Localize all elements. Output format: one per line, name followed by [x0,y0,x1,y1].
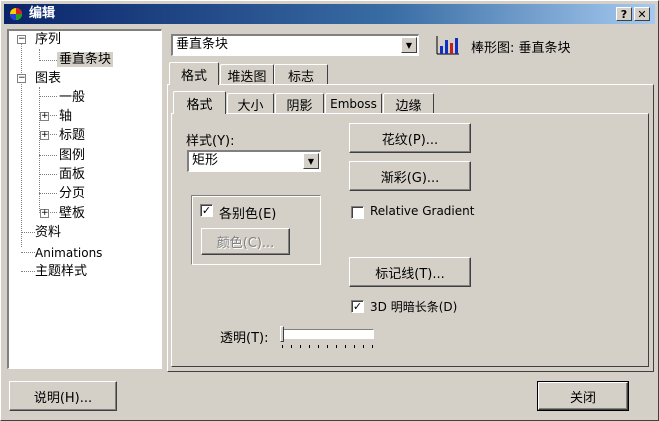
slider-tick [282,345,283,348]
relative-gradient-checkbox[interactable] [351,206,364,219]
tree-line [39,87,40,213]
tab-border[interactable]: 边缘 [383,93,434,114]
marks-button[interactable]: 标记线(T)... [349,257,471,287]
slider-tick [318,345,319,348]
series-type-label: 棒形图: 垂直条块 [471,41,571,56]
slider-tick [291,345,292,348]
tab-format-inner[interactable]: 格式 [173,91,226,114]
dark-3d-checkbox[interactable]: ✓ [351,300,364,313]
help-title-button[interactable]: ? [616,7,632,21]
close-title-button[interactable]: ✕ [634,7,650,21]
expand-icon[interactable]: + [40,131,49,140]
style-select-value: 矩形 [192,153,219,168]
tree-line [39,96,57,97]
window-title: 编辑 [29,6,56,21]
each-color-checkbox[interactable]: ✓ [200,204,213,217]
app-icon [10,8,22,20]
style-label: 样式(Y): [186,134,235,149]
chevron-down-icon[interactable]: ▼ [303,153,319,169]
tab-format-outer[interactable]: 格式 [169,62,219,85]
tree-item-general[interactable]: 一般 [59,89,85,107]
chevron-down-icon[interactable]: ▼ [401,37,417,53]
settings-tree[interactable]: − 序列 垂直条块 − 图表 一般 + 轴 + 标题 图例 面板 分页 + 壁板… [7,29,162,369]
close-button[interactable]: 关闭 [537,381,629,411]
tree-item-animations[interactable]: Animations [35,244,102,262]
dark-3d-label[interactable]: 3D 明暗长条(D) [370,298,457,315]
tab-size[interactable]: 大小 [227,93,274,114]
tree-item-axis[interactable]: 轴 [59,108,72,126]
relative-gradient-label[interactable]: Relative Gradient [370,204,474,218]
editor-window: 编辑 ? ✕ − 序列 垂直条块 − 图表 一般 + 轴 + 标题 图例 面板 … [0,0,659,421]
collapse-icon[interactable]: − [17,74,26,83]
tab-stacking[interactable]: 堆迭图 [220,64,274,85]
tree-line [21,271,35,272]
pattern-button[interactable]: 花纹(P)... [349,123,471,153]
tab-shadow[interactable]: 阴影 [275,93,324,114]
gradient-button[interactable]: 渐彩(G)... [349,161,471,191]
slider-tick [345,345,346,348]
transparency-slider-thumb[interactable] [280,326,284,342]
help-icon: ? [620,7,628,21]
collapse-icon[interactable]: − [17,35,26,44]
transparency-label: 透明(T): [220,331,269,346]
slider-tick [354,345,355,348]
tree-line [21,252,35,253]
tree-line [39,193,57,194]
slider-tick [327,345,328,348]
tree-item-paging[interactable]: 分页 [59,185,85,203]
tree-item-vertical-bar[interactable]: 垂直条块 [57,51,114,69]
tree-item-titles[interactable]: 标题 [59,127,85,145]
series-select[interactable]: 垂直条块 ▼ [171,34,419,56]
expand-icon[interactable]: + [40,209,49,218]
close-icon: ✕ [637,7,647,21]
tree-item-themes[interactable]: 主题样式 [35,263,87,281]
tree-line [39,60,57,61]
tree-line [39,155,57,156]
tree-item-chart[interactable]: 图表 [35,70,61,88]
tree-item-legend[interactable]: 图例 [59,147,85,165]
style-select[interactable]: 矩形 ▼ [187,150,321,172]
title-bar: 编辑 ? ✕ [4,4,655,24]
tree-line [21,232,35,233]
slider-tick [300,345,301,348]
tree-item-series[interactable]: 序列 [35,31,61,49]
slider-tick [363,345,364,348]
color-button[interactable]: 颜色(C)... [201,228,290,255]
tab-emboss[interactable]: Emboss [325,93,382,114]
slider-tick [336,345,337,348]
each-color-label[interactable]: 各别色(E) [219,203,276,222]
tree-item-panel[interactable]: 面板 [59,166,85,184]
slider-tick [309,345,310,348]
bar-chart-icon [436,36,459,55]
tree-item-walls[interactable]: 壁板 [59,205,85,223]
help-button[interactable]: 说明(H)... [9,381,117,411]
tab-marks[interactable]: 标志 [274,64,328,85]
expand-icon[interactable]: + [40,112,49,121]
series-select-value: 垂直条块 [176,37,229,52]
slider-tick [372,345,373,348]
transparency-slider-track[interactable] [280,329,374,339]
tree-line [39,174,57,175]
tree-item-data[interactable]: 资料 [35,224,61,242]
